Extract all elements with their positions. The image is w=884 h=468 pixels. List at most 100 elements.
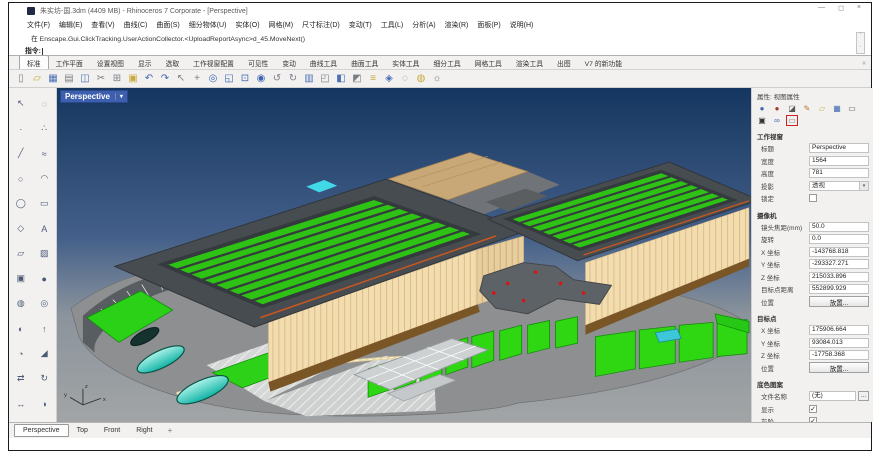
layers-icon[interactable]: ≡ [365,71,381,86]
fillet-tool-icon[interactable]: ◔ [11,341,31,366]
menu-item-11[interactable]: 分析(A) [412,20,435,30]
toolbar-tab-6[interactable]: 可见性 [241,56,275,69]
toolbar-tab-14[interactable]: 出图 [550,56,578,69]
menu-item-13[interactable]: 面板(P) [477,20,500,30]
curve-tool-icon[interactable]: ≈ [34,141,54,166]
arc-tool-icon[interactable]: ◠ [34,166,54,191]
text-tool-icon[interactable]: A [34,216,54,241]
display-icon[interactable]: ▭ [846,103,858,114]
file-name-input[interactable]: (无) [809,391,856,401]
toolbar-tab-12[interactable]: 网格工具 [468,56,509,69]
place-button[interactable]: 放置... [809,296,869,307]
ellipse-tool-icon[interactable]: ◯ [11,191,31,216]
undo-icon[interactable]: ↶ [141,71,157,86]
boolean-tool-icon[interactable]: ◐ [11,316,31,341]
viewport-tab-perspective[interactable]: Perspective [14,424,69,437]
toolbar-tab-1[interactable]: 工作平面 [49,56,90,69]
pencil-icon[interactable]: ✎ [801,103,813,114]
add-viewport-icon[interactable]: + [168,426,173,435]
circle-tool-icon[interactable]: ○ [11,166,31,191]
property-input[interactable]: 781 [809,168,869,178]
object-properties-icon[interactable]: ● [756,103,768,114]
minimize-button[interactable]: — [818,4,825,12]
redo-icon[interactable]: ↷ [157,71,173,86]
command-scrollbar[interactable]: ˆ ˇ [856,32,865,54]
viewport-title[interactable]: Perspective ▾ [60,90,128,103]
select-icon[interactable]: ↖ [173,71,189,86]
menu-item-8[interactable]: 尺寸标注(D) [302,20,340,30]
point-tool-icon[interactable]: ∙ [11,116,31,141]
zoom-extents-icon[interactable]: ⊡ [237,71,253,86]
copy-icon[interactable]: ⊞ [109,71,125,86]
folder-icon[interactable]: ▱ [816,103,828,114]
toolbar-tab-15[interactable]: V7 的新功能 [578,56,629,69]
menu-item-1[interactable]: 编辑(E) [59,20,82,30]
property-input[interactable]: 215033.896 [809,272,869,282]
menu-item-0[interactable]: 文件(F) [27,20,50,30]
pipe-tool-icon[interactable]: ◎ [34,291,54,316]
lock-object-icon[interactable]: ◍ [413,71,429,86]
texture-icon[interactable]: ▦ [831,103,843,114]
property-checkbox[interactable]: ✓ [809,405,817,413]
loft-tool-icon[interactable]: ▨ [34,241,54,266]
chevron-down-icon[interactable]: ▾ [859,182,868,190]
property-input[interactable]: 1564 [809,156,869,166]
toolbar-tab-0[interactable]: 标准 [19,55,49,69]
property-input[interactable]: -143768.818 [809,247,869,257]
property-input[interactable]: 552899.929 [809,284,869,294]
property-input[interactable]: -17758.368 [809,350,869,360]
chamfer-tool-icon[interactable]: ◢ [34,341,54,366]
polyline-tool-icon[interactable]: ╱ [11,141,31,166]
menu-item-4[interactable]: 曲面(S) [156,20,179,30]
menu-item-5[interactable]: 细分物体(U) [189,20,227,30]
toolbar-overflow-icon[interactable]: « [862,60,866,67]
toolbar-tab-11[interactable]: 细分工具 [426,56,467,69]
property-input[interactable]: 93084.013 [809,338,869,348]
browse-button[interactable]: ... [858,391,869,401]
menu-item-14[interactable]: 说明(H) [510,20,534,30]
viewport-tab-right[interactable]: Right [128,425,160,436]
options-icon[interactable]: ☼ [429,71,445,86]
menu-item-10[interactable]: 工具(L) [381,20,404,30]
scroll-up-icon[interactable]: ˆ [860,34,862,39]
export-icon[interactable]: ◫ [77,71,93,86]
extrude-tool-icon[interactable]: ↑ [34,316,54,341]
print-icon[interactable]: ▤ [61,71,77,86]
property-input[interactable]: Perspective [809,143,869,153]
menu-item-7[interactable]: 网格(M) [269,20,294,30]
select-tool-icon[interactable]: ↖ [11,91,31,116]
rectangle-tool-icon[interactable]: ▭ [34,191,54,216]
viewport[interactable]: Perspective ▾ [57,88,751,422]
toolbar-tab-4[interactable]: 选取 [159,56,187,69]
toolbar-tab-9[interactable]: 曲面工具 [344,56,385,69]
toolbar-tab-10[interactable]: 实体工具 [385,56,426,69]
polygon-tool-icon[interactable]: ◇ [11,216,31,241]
surface-tool-icon[interactable]: ▱ [11,241,31,266]
display-mode-icon[interactable]: ◧ [333,71,349,86]
toolbar-tab-8[interactable]: 曲线工具 [303,56,344,69]
zoom-dynamic-icon[interactable]: ◎ [205,71,221,86]
menu-item-12[interactable]: 渲染(R) [445,20,469,30]
save-file-icon[interactable]: ▦ [45,71,61,86]
cylinder-tool-icon[interactable]: ◍ [11,291,31,316]
chevron-down-icon[interactable]: ▾ [115,93,123,100]
toolbar-tab-2[interactable]: 设置视图 [90,56,131,69]
camera-icon[interactable]: ▣ [756,115,768,126]
points-tool-icon[interactable]: ∴ [34,116,54,141]
restore-button[interactable]: ◻ [838,4,844,12]
property-input[interactable]: 0.0 [809,234,869,244]
four-view-icon[interactable]: ◰ [317,71,333,86]
menu-item-2[interactable]: 查看(V) [91,20,114,30]
box-tool-icon[interactable]: ▣ [11,266,31,291]
sphere-tool-icon[interactable]: ● [34,266,54,291]
cut-icon[interactable]: ✂ [93,71,109,86]
scene-3d[interactable]: x y z [57,88,751,422]
decal-icon[interactable]: ◪ [786,103,798,114]
zoom-window-icon[interactable]: ◱ [221,71,237,86]
toolbar-tab-5[interactable]: 工作视窗配置 [186,56,241,69]
toolbar-tab-7[interactable]: 变动 [275,56,303,69]
shaded-mode-icon[interactable]: ◩ [349,71,365,86]
scale-tool-icon[interactable]: ↔ [11,391,31,416]
property-input[interactable]: 50.0 [809,222,869,232]
move-tool-icon[interactable]: ⇄ [11,366,31,391]
